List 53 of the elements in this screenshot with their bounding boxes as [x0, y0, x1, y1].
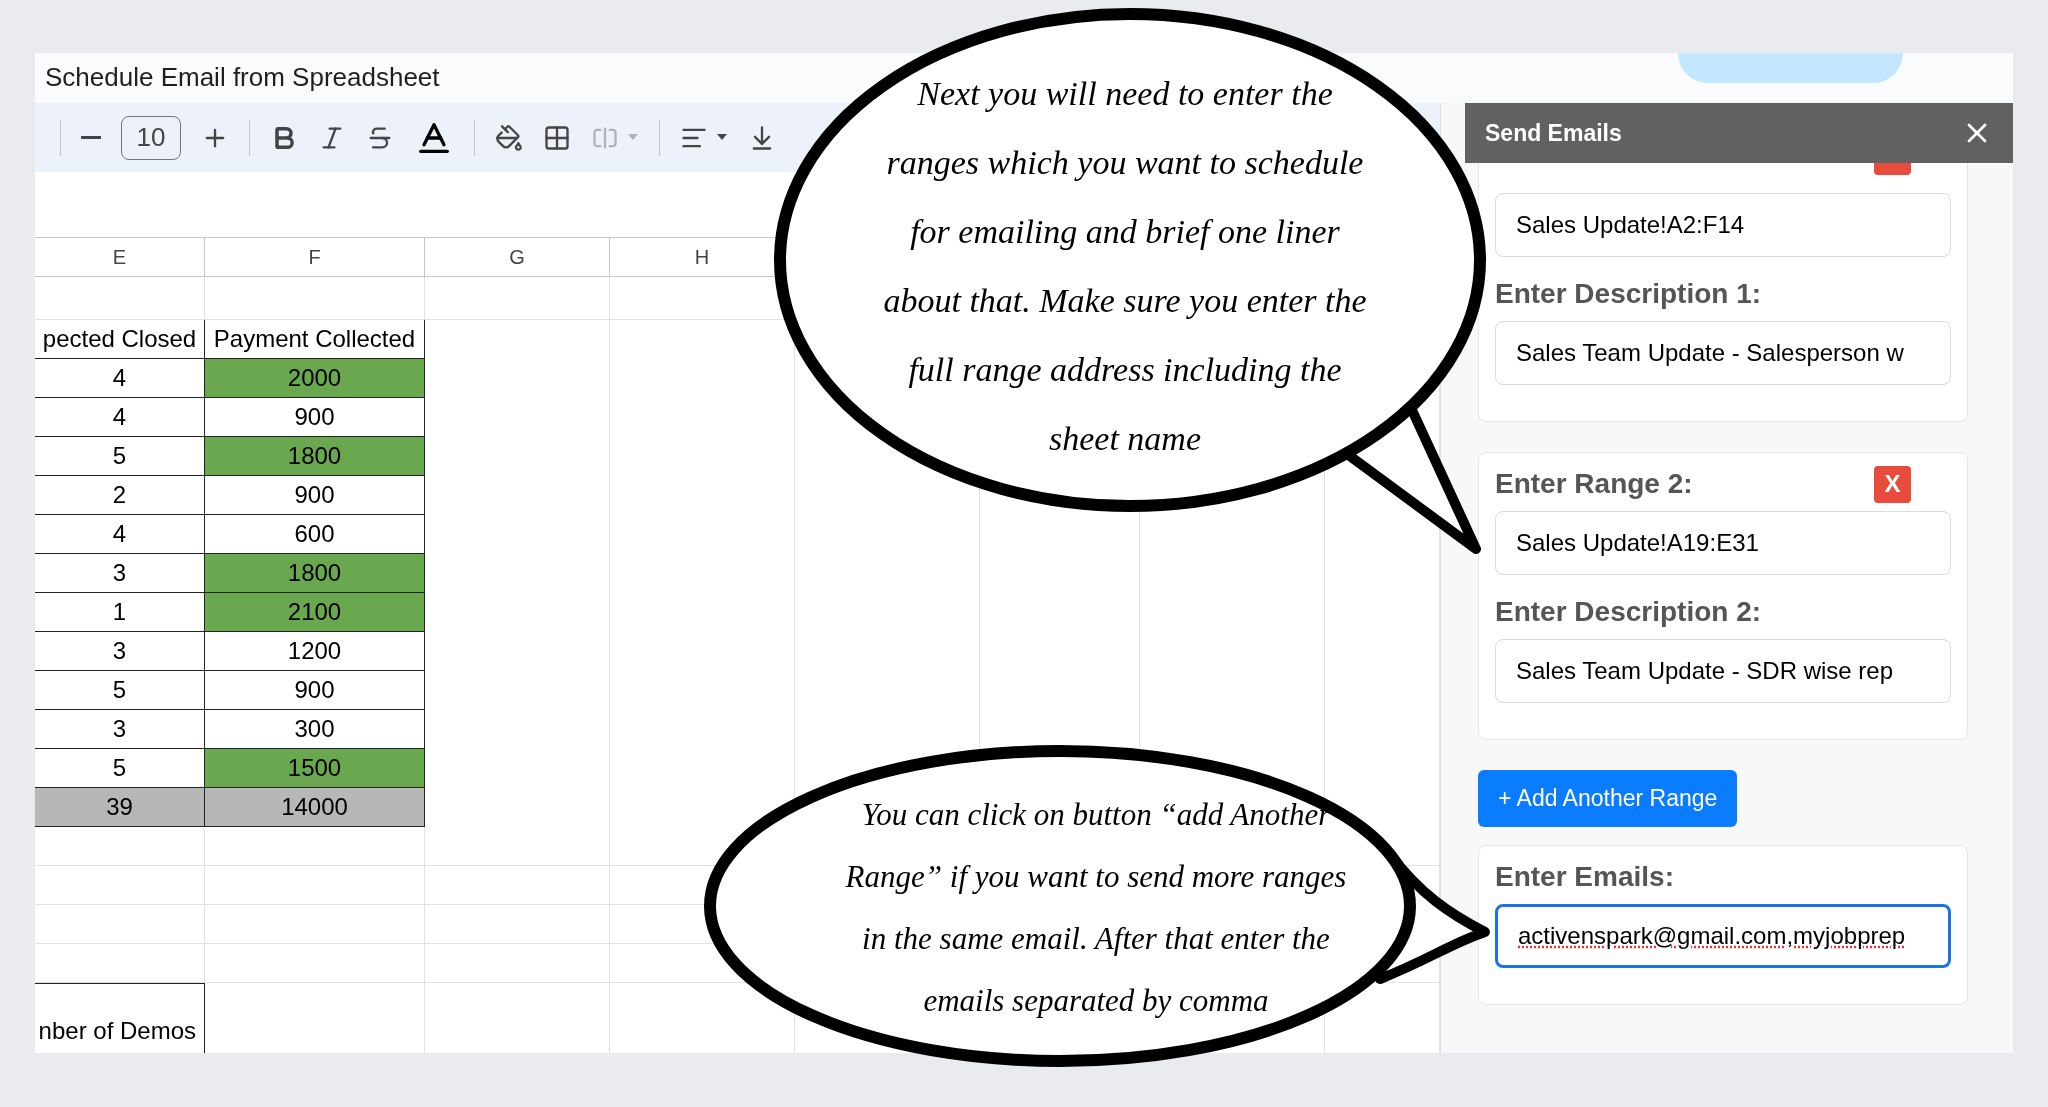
table-cell: 4 — [35, 359, 205, 398]
emails-label: Enter Emails: — [1495, 860, 1675, 894]
input-field[interactable]: activenspark@gmail.com,myjobprep — [1495, 904, 1951, 968]
table-cell: 2000 — [205, 359, 425, 398]
annotation-text: Next you will need to enter the ranges which you want to schedule for emailing and brief one liner about that. Make sure you enter the full range address including the sheet name — [883, 74, 1367, 459]
table-cell: 4 — [35, 515, 205, 554]
font-size-field[interactable]: 10 — [121, 115, 181, 160]
table-cell: 300 — [205, 710, 425, 749]
table-cell: 5 — [35, 671, 205, 710]
document-title: Schedule Email from Spreadsheet — [45, 61, 440, 95]
table-cell: 3 — [35, 632, 205, 671]
borders-icon — [543, 123, 571, 152]
range-label: Enter Range 2: — [1495, 467, 1693, 501]
table-cell: 14000 — [205, 788, 425, 827]
input-field[interactable]: Sales Update!A19:E31 — [1495, 511, 1951, 575]
column-heading: Payment Collected — [205, 320, 425, 359]
table-cell: 39 — [35, 788, 205, 827]
table-cell: 3 — [35, 554, 205, 593]
column-letter[interactable]: F — [308, 242, 321, 272]
table-cell: 1200 — [205, 632, 425, 671]
add-range-button[interactable]: + Add Another Range — [1478, 770, 1738, 827]
table-cell: 1 — [35, 593, 205, 632]
column-letter[interactable]: E — [112, 242, 127, 272]
paint-bucket-icon — [495, 123, 523, 152]
table-cell: 1500 — [205, 749, 425, 788]
description-label: Enter Description 2: — [1495, 595, 1763, 629]
remove-button[interactable]: X — [1874, 465, 1911, 503]
input-field[interactable]: Sales Update!A2:F14 — [1495, 193, 1951, 257]
table-cell: 5 — [35, 749, 205, 788]
input-field[interactable]: Sales Team Update - SDR wise rep — [1495, 639, 1951, 703]
table-cell: 3 — [35, 710, 205, 749]
column-letter[interactable]: G — [509, 242, 525, 272]
table-cell: 900 — [205, 476, 425, 515]
caret-icon — [716, 134, 728, 142]
caret-icon — [627, 134, 639, 142]
table-cell: 1800 — [205, 437, 425, 476]
table-cell: 1800 — [205, 554, 425, 593]
table-cell: 900 — [205, 398, 425, 437]
table-cell: 4 — [35, 398, 205, 437]
column-letter[interactable]: H — [694, 242, 710, 272]
description-label: Enter Description 1: — [1495, 277, 1763, 311]
borders-button[interactable] — [543, 123, 571, 152]
column-heading: pected Closed — [35, 320, 205, 359]
table-cell: 2 — [35, 476, 205, 515]
fill-color-button[interactable] — [495, 123, 523, 152]
table-cell: 2100 — [205, 593, 425, 632]
minus-icon — [81, 136, 101, 140]
sidebar-title: Send Emails — [1485, 118, 1622, 148]
input-field[interactable]: Sales Team Update - Salesperson w — [1495, 321, 1951, 385]
table-cell: 900 — [205, 671, 425, 710]
table-cell: nber of Demos — [35, 983, 205, 1053]
table-cell: 5 — [35, 437, 205, 476]
table-cell: 600 — [205, 515, 425, 554]
